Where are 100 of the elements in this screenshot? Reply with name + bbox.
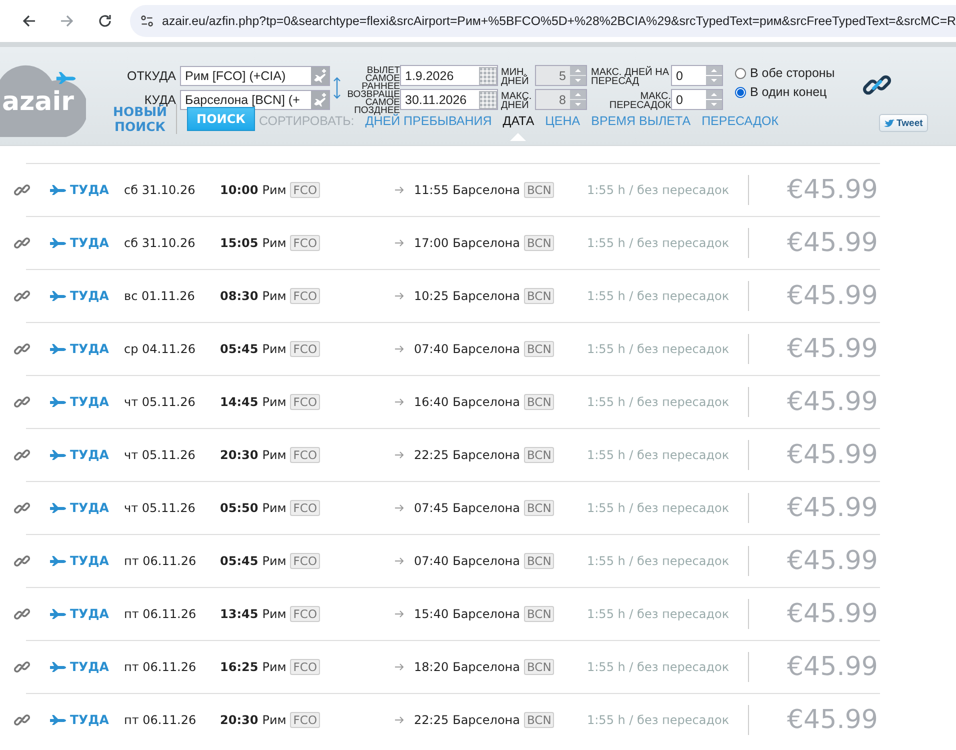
sort-option[interactable]: ДАТА	[502, 114, 534, 141]
tune-icon[interactable]	[140, 14, 154, 28]
origin-city: Рим	[262, 448, 286, 462]
origin-city: Рим	[262, 342, 286, 356]
sort-option[interactable]: ЦЕНА	[545, 114, 580, 128]
arrow-icon	[395, 716, 404, 724]
link-icon[interactable]	[14, 658, 30, 674]
arrival-time: 17:00	[414, 236, 449, 250]
flight-date: пт 06.11.26	[124, 660, 198, 674]
direction-label: ТУДА	[70, 288, 109, 303]
departure-time: 05:45	[220, 554, 258, 568]
flight-price[interactable]: €45.99	[749, 598, 880, 628]
departure-time: 10:00	[220, 182, 258, 196]
link-icon[interactable]	[14, 500, 30, 516]
destination-city: Барселона	[452, 288, 520, 302]
flight-duration: 1:55 h / без пересадок	[587, 554, 730, 568]
arrow-icon	[395, 344, 404, 352]
departure-time: 05:50	[220, 500, 258, 514]
direction-label: ТУДА	[70, 553, 109, 568]
airport-code: BCN	[524, 552, 554, 568]
direction-label: ТУДА	[70, 394, 109, 409]
plane-icon	[50, 662, 66, 672]
airport-code: FCO	[290, 500, 320, 516]
plane-icon	[50, 608, 66, 618]
flight-duration: 1:55 h / без пересадок	[587, 500, 730, 514]
airport-code: BCN	[524, 394, 554, 410]
plane-icon	[50, 502, 66, 512]
flight-price[interactable]: €45.99	[749, 652, 880, 682]
link-icon[interactable]	[14, 340, 30, 356]
flight-price[interactable]: €45.99	[749, 174, 880, 204]
origin-city: Рим	[262, 288, 286, 302]
arrival-time: 07:40	[414, 554, 449, 568]
link-icon[interactable]	[14, 182, 30, 198]
origin-city: Рим	[262, 660, 286, 674]
flight-duration: 1:55 h / без пересадок	[587, 236, 730, 250]
link-icon[interactable]	[14, 552, 30, 568]
new-search-link[interactable]: НОВЫЙ ПОИСК	[110, 104, 177, 134]
direction-label: ТУДА	[70, 235, 109, 250]
airport-code: FCO	[290, 606, 320, 622]
search-button[interactable]: ПОИСК	[187, 107, 255, 131]
arrival-time: 07:45	[414, 500, 449, 514]
flight-date: пт 06.11.26	[124, 554, 198, 568]
origin-field[interactable]: Рим [FCO] (+CIA)	[180, 66, 330, 86]
origin-city: Рим	[262, 236, 286, 250]
direction-label: ТУДА	[70, 712, 109, 727]
airport-code: BCN	[524, 182, 554, 198]
departure-time: 05:45	[220, 342, 258, 356]
plane-icon	[50, 556, 66, 566]
address-bar[interactable]: azair.eu/azfin.php?tp=0&searchtype=flexi&srcAirport=Рим+%5BFCO%5D+%28%2BCIA%29&srcTypedText=рим&srcFreeTypedText=&srcMC=R	[130, 5, 956, 37]
arrow-icon	[395, 398, 404, 406]
link-icon[interactable]	[14, 446, 30, 462]
destination-field[interactable]: Барселона [BCN] (+	[180, 90, 330, 110]
flight-price[interactable]: €45.99	[749, 228, 880, 258]
link-icon[interactable]	[14, 234, 30, 250]
arrow-icon	[395, 556, 404, 564]
arrow-icon	[395, 504, 404, 512]
arrival-time: 18:20	[414, 660, 449, 674]
field-label: КУДА	[144, 93, 177, 107]
departure-time: 14:45	[220, 394, 258, 408]
trip-type-radio[interactable]: В один конец	[735, 85, 835, 99]
flight-price[interactable]: €45.99	[749, 386, 880, 416]
flight-duration: 1:55 h / без пересадок	[587, 342, 730, 356]
sort-option[interactable]: ДНЕЙ ПРЕБЫВАНИЯ	[365, 114, 492, 128]
link-icon[interactable]	[14, 288, 30, 304]
link-icon[interactable]	[14, 712, 30, 728]
flight-date: сб 31.10.26	[124, 182, 196, 196]
flight-price[interactable]: €45.99	[749, 546, 880, 576]
reload-icon[interactable]	[97, 13, 113, 29]
flight-price[interactable]: €45.99	[749, 280, 880, 310]
flight-price[interactable]: €45.99	[749, 704, 880, 734]
flight-price[interactable]: €45.99	[749, 492, 880, 522]
flight-price[interactable]: €45.99	[749, 334, 880, 364]
arrow-icon	[395, 292, 404, 300]
arrow-icon	[395, 238, 404, 246]
departure-time: 15:05	[220, 236, 258, 250]
direction-label: ТУДА	[70, 447, 109, 462]
tweet-button[interactable]: Tweet	[878, 114, 928, 132]
arrival-time: 11:55	[414, 182, 449, 196]
airport-code: BCN	[524, 606, 554, 622]
sort-option[interactable]: ВРЕМЯ ВЫЛЕТА	[591, 114, 691, 128]
plane-add-icon[interactable]	[311, 67, 329, 85]
date-field[interactable]: 30.11.2026	[400, 89, 498, 110]
arrow-icon	[395, 610, 404, 618]
swap-icon[interactable]	[332, 77, 342, 99]
origin-city: Рим	[262, 606, 286, 620]
plane-add-icon[interactable]	[311, 91, 329, 109]
field-label: МАКС. ДНЕЙ	[501, 90, 533, 110]
flight-date: ср 04.11.26	[124, 342, 196, 356]
arrival-time: 15:40	[414, 606, 449, 620]
destination-city: Барселона	[452, 660, 520, 674]
flight-price[interactable]: €45.99	[749, 440, 880, 470]
airport-code: BCN	[524, 340, 554, 356]
back-icon[interactable]	[21, 13, 37, 29]
link-icon[interactable]	[14, 394, 30, 410]
date-field[interactable]: 1.9.2026	[400, 65, 498, 86]
arrival-time: 10:25	[414, 288, 449, 302]
trip-type-radio[interactable]: В обе стороны	[735, 66, 835, 80]
sort-option[interactable]: ПЕРЕСАДОК	[702, 114, 779, 128]
origin-city: Рим	[262, 712, 286, 726]
link-icon[interactable]	[14, 606, 30, 622]
